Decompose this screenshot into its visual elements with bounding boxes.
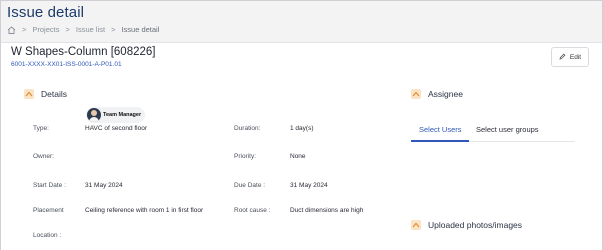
owner-name: Team Manager	[103, 112, 142, 118]
breadcrumb-separator: >	[22, 25, 27, 34]
root-cause-value: Duct dimensions are high	[290, 207, 364, 214]
due-date-value: 31 May 2024	[290, 182, 328, 189]
breadcrumb-projects[interactable]: Projects	[32, 25, 59, 34]
priority-label: Priority:	[234, 153, 257, 160]
owner-chip[interactable]: Team Manager	[86, 107, 146, 123]
due-date-label: Due Date :	[234, 182, 266, 189]
placement-value: Ceiling reference with room 1 in first f…	[85, 207, 204, 214]
active-tab-underline	[411, 140, 469, 142]
details-section-header[interactable]: Details	[24, 89, 67, 99]
placement-label: Placement	[33, 207, 64, 214]
photos-section-header[interactable]: Uploaded photos/images	[411, 220, 522, 230]
start-date-label: Start Date :	[33, 182, 66, 189]
priority-value: None	[290, 153, 306, 160]
breadcrumb-issue-list[interactable]: Issue list	[76, 25, 105, 34]
tab-select-user-groups[interactable]: Select user groups	[476, 125, 539, 134]
issue-card: W Shapes-Column [608226] 6001-XXXX-XX01-…	[1, 42, 602, 250]
details-heading: Details	[41, 89, 67, 99]
start-date-value: 31 May 2024	[85, 182, 123, 189]
edit-button[interactable]: Edit	[551, 47, 589, 67]
avatar	[87, 108, 101, 122]
assignee-heading: Assignee	[428, 89, 463, 99]
type-label: Type:	[33, 125, 49, 132]
root-cause-label: Root cause :	[234, 207, 271, 214]
chevron-up-icon[interactable]	[411, 220, 421, 230]
breadcrumb-separator: >	[65, 25, 70, 34]
assignee-section-header[interactable]: Assignee	[411, 89, 463, 99]
duration-value: 1 day(s)	[290, 125, 314, 132]
type-value: HAVC of second floor	[85, 125, 148, 132]
page-title: Issue detail	[7, 4, 85, 21]
location-label: Location :	[33, 232, 62, 239]
duration-label: Duration:	[234, 125, 261, 132]
chevron-up-icon[interactable]	[24, 89, 34, 99]
chevron-up-icon[interactable]	[411, 89, 421, 99]
pencil-icon	[559, 53, 566, 62]
issue-code[interactable]: 6001-XXXX-XX01-ISS-0001-A-P01.01	[11, 61, 122, 68]
edit-label: Edit	[569, 53, 582, 61]
photos-heading: Uploaded photos/images	[428, 220, 523, 230]
home-icon[interactable]	[7, 25, 16, 34]
breadcrumb-issue-detail: Issue detail	[121, 25, 160, 34]
tab-select-users[interactable]: Select Users	[419, 125, 462, 134]
tab-divider	[469, 140, 575, 142]
owner-label: Owner:	[33, 153, 54, 160]
breadcrumb: > Projects > Issue list > Issue detail	[7, 25, 159, 34]
breadcrumb-separator: >	[111, 25, 116, 34]
issue-title: W Shapes-Column [608226]	[11, 46, 156, 58]
